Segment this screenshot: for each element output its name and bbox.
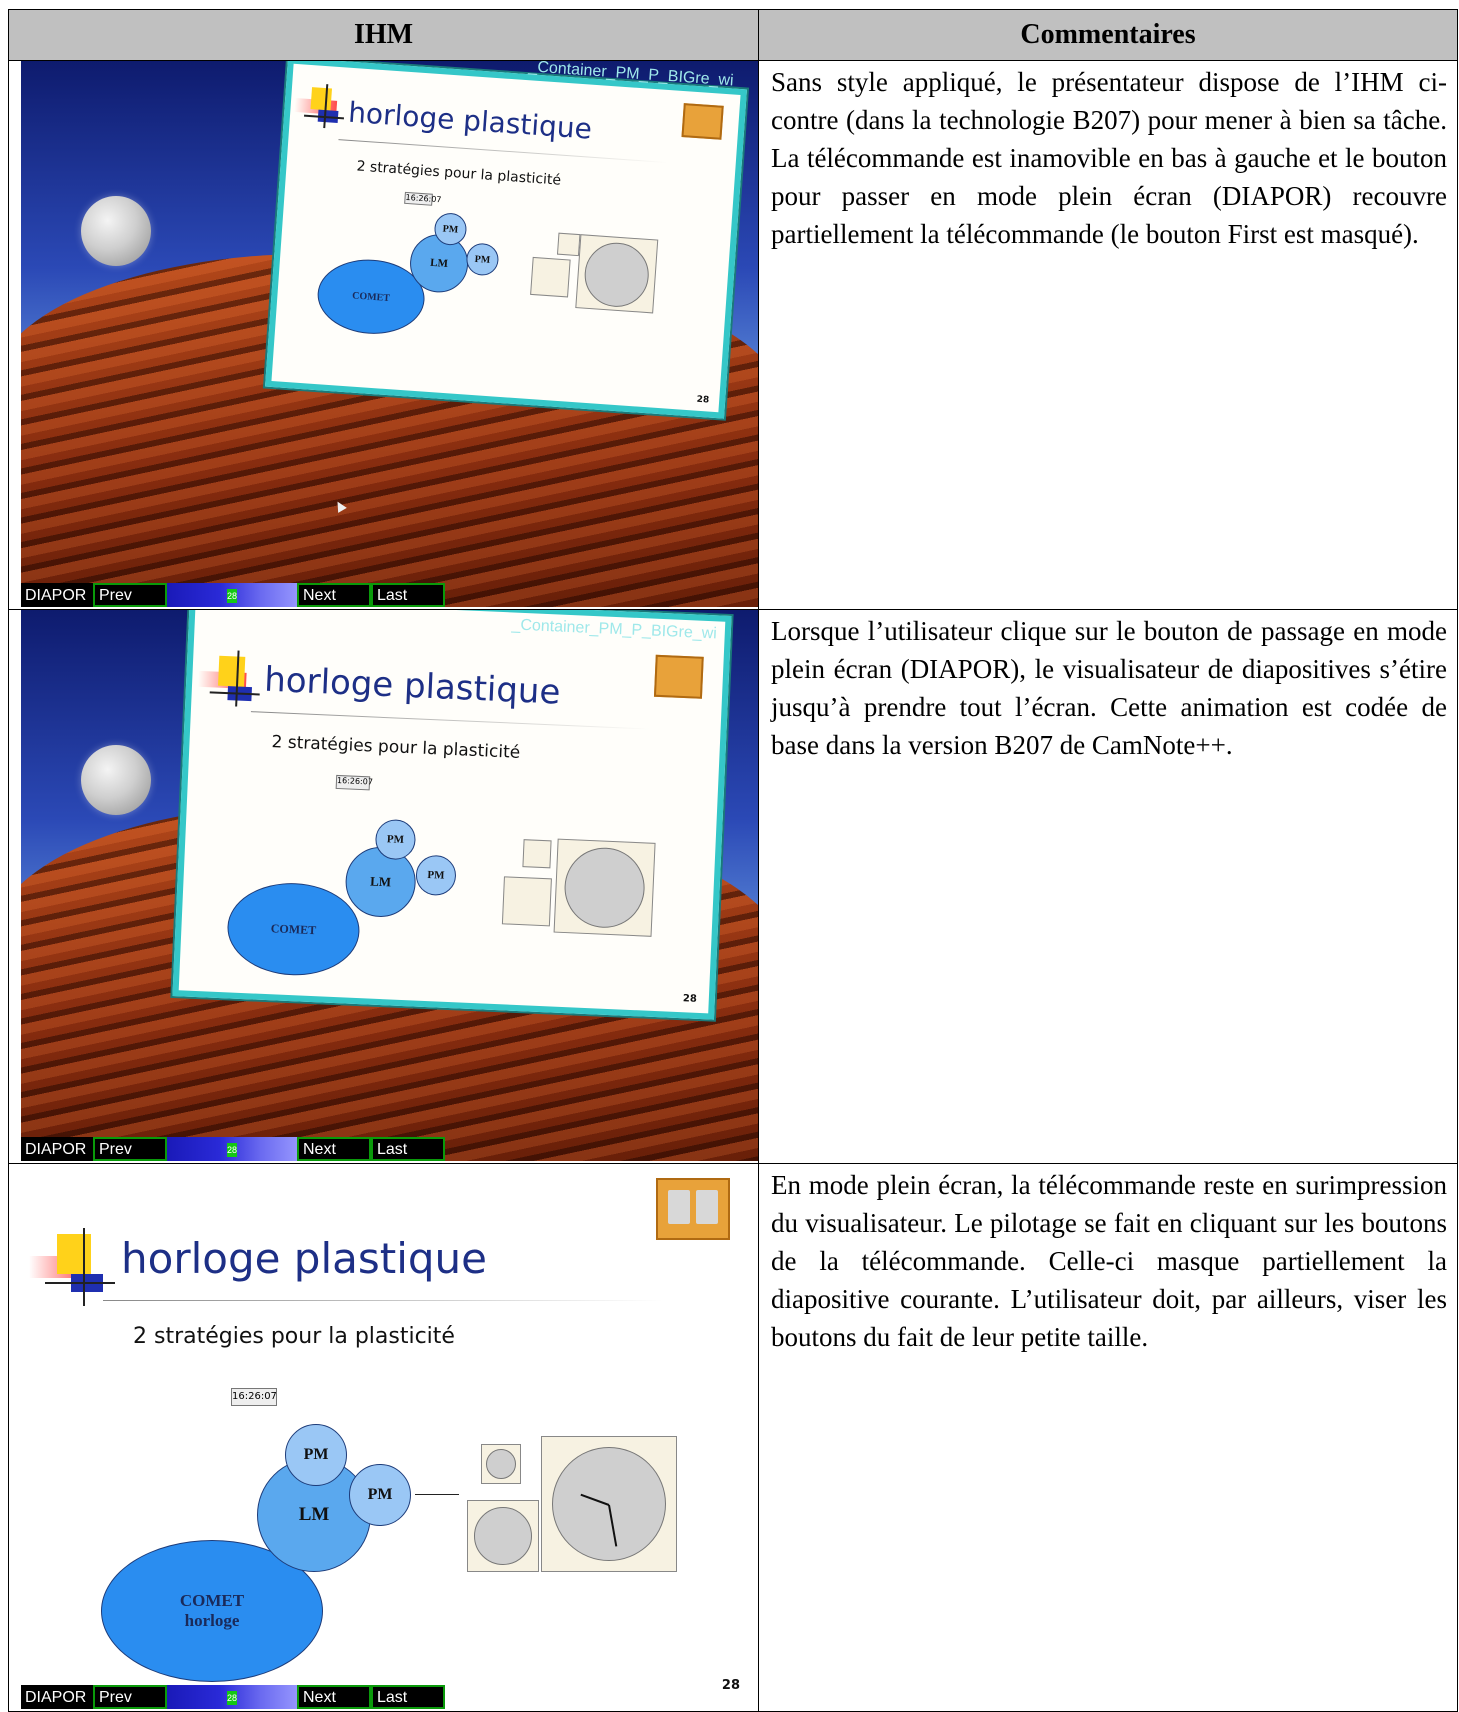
analog-clock-face: [562, 846, 647, 930]
diapor-button[interactable]: DIAPOR: [21, 1685, 93, 1709]
moon-image: [81, 196, 151, 266]
slide-logo-line-h: [45, 1282, 115, 1284]
screenshot-windowed: _Container_PM_P_BIGre_wi horloge plastiq…: [21, 61, 758, 607]
prev-button[interactable]: Prev: [93, 583, 167, 607]
next-button[interactable]: Next: [297, 1137, 371, 1161]
container-title: _Container_PM_P_BIGre_wi: [511, 616, 718, 643]
screenshot-fullscreen: horloge plastique 2 stratégies pour la p…: [21, 1164, 758, 1709]
last-button[interactable]: Last: [371, 583, 445, 607]
analog-clock-face: [552, 1447, 666, 1561]
remote-control: DIAPOR Prev 28 Next Last: [21, 1137, 446, 1161]
small-clock-square: [556, 232, 581, 257]
comet-circle: COMET: [225, 880, 362, 979]
large-clock-square: [541, 1436, 677, 1572]
comment-3: En mode plein écran, la télécommande res…: [758, 1163, 1458, 1712]
slide-logo-corner: [653, 654, 704, 699]
current-page-indicator: 28: [227, 589, 238, 603]
analog-clock-face: [582, 240, 651, 309]
comet-label: COMET: [179, 1591, 245, 1610]
pm-circle-right: PM: [465, 242, 500, 277]
moon-image: [81, 745, 151, 815]
slide-logo-corner: [656, 1178, 730, 1240]
slide-subtitle: 2 stratégies pour la plasticité: [271, 732, 521, 763]
screenshot-expanding: _Container_PM_P_BIGre_wi horloge plastiq…: [21, 610, 758, 1161]
digital-clock: 16:26:07: [404, 191, 442, 206]
slide-page-number: 28: [721, 1678, 740, 1693]
ihm-cell-1: _Container_PM_P_BIGre_wi horloge plastiq…: [8, 60, 759, 610]
remote-control: DIAPOR Prev 28 Next Last: [21, 1685, 446, 1709]
slide-title-rule: [103, 1300, 663, 1301]
comet-sublabel: horloge: [184, 1611, 240, 1630]
medium-clock-square: [501, 876, 552, 927]
digital-clock: 16:26:07: [231, 1388, 277, 1406]
slide-viewer[interactable]: _Container_PM_P_BIGre_wi horloge plastiq…: [172, 610, 732, 1020]
slide-title-rule: [250, 711, 651, 730]
slide-logo-yellow: [57, 1234, 91, 1274]
remote-control: DIAPOR Prev 28 Next Last: [21, 583, 446, 607]
current-page-indicator: 28: [227, 1143, 238, 1157]
last-button[interactable]: Last: [371, 1137, 445, 1161]
clock-hand-minute: [608, 1504, 618, 1547]
large-clock-square: [553, 838, 656, 937]
slide-title: horloge plastique: [347, 95, 593, 146]
header-ihm: IHM: [8, 9, 759, 61]
pm-circle-top: PM: [285, 1424, 347, 1486]
slide-subtitle: 2 stratégies pour la plasticité: [356, 158, 562, 189]
arrow-line: [415, 1494, 459, 1495]
ihm-comment-table: IHM Commentaires _Container_PM_P_BIGre_w…: [8, 9, 1458, 1712]
diapor-button[interactable]: DIAPOR: [21, 1137, 93, 1161]
ihm-cell-2: _Container_PM_P_BIGre_wi horloge plastiq…: [8, 609, 759, 1164]
next-button[interactable]: Next: [297, 1685, 371, 1709]
pm-circle-right: PM: [415, 854, 457, 897]
pm-circle-right: PM: [349, 1464, 411, 1526]
slide-viewer[interactable]: _Container_PM_P_BIGre_wi horloge plastiq…: [265, 61, 747, 419]
small-clock-face: [486, 1449, 516, 1479]
slide-logo-yellow: [218, 655, 246, 687]
slide-viewer[interactable]: horloge plastique 2 stratégies pour la p…: [21, 1164, 758, 1709]
ihm-cell-3: horloge plastique 2 stratégies pour la p…: [8, 1163, 759, 1712]
comment-2: Lorsque l’utilisateur clique sur le bout…: [758, 609, 1458, 1164]
clock-hand-hour: [580, 1493, 610, 1506]
medium-clock-square: [530, 256, 571, 298]
slide-logo-yellow: [310, 87, 333, 111]
prev-button[interactable]: Prev: [93, 1685, 167, 1709]
slide-title-rule: [338, 139, 668, 164]
large-clock-square: [575, 234, 659, 314]
medium-clock-square: [467, 1500, 539, 1572]
small-clock-square: [481, 1444, 521, 1484]
current-page-indicator: 28: [227, 1691, 238, 1705]
comet-label: COMET: [351, 289, 391, 304]
slide-page-number: 28: [682, 993, 698, 1005]
small-clock-square: [522, 839, 552, 869]
last-button[interactable]: Last: [371, 1685, 445, 1709]
logo-part-2: [696, 1190, 718, 1224]
slide-title: horloge plastique: [263, 659, 562, 713]
prev-button[interactable]: Prev: [93, 1137, 167, 1161]
slide-logo-line-v: [83, 1228, 85, 1306]
slide-title: horloge plastique: [121, 1234, 488, 1283]
digital-clock: 16:26:07: [335, 774, 373, 791]
comment-1: Sans style appliqué, le présentateur dis…: [758, 60, 1458, 610]
slide-logo-corner: [681, 103, 724, 140]
pm-circle-top: PM: [374, 818, 417, 861]
header-commentaires: Commentaires: [758, 9, 1458, 61]
slide-page-number: 28: [696, 394, 710, 406]
comet-label: COMET: [270, 920, 317, 937]
medium-clock-face: [474, 1507, 532, 1565]
next-button[interactable]: Next: [297, 583, 371, 607]
logo-part-1: [668, 1190, 690, 1224]
diapor-button[interactable]: DIAPOR: [21, 583, 93, 607]
slide-subtitle: 2 stratégies pour la plasticité: [133, 1324, 455, 1349]
